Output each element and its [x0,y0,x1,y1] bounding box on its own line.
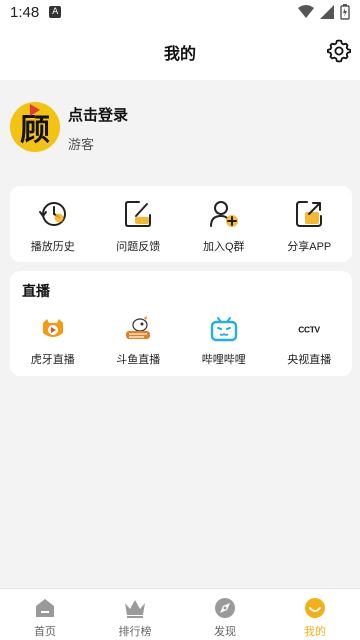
crown-icon [123,596,147,620]
signal-icon [320,5,334,19]
join-qq-group-button[interactable]: 加入Q群 [181,198,267,254]
nav-mine-label: 我的 [304,625,326,638]
login-link[interactable]: 点击登录 [68,104,128,125]
share-app-button[interactable]: 分享APP [267,198,353,254]
smile-icon [303,596,327,620]
nav-home[interactable]: 首页 [0,589,90,640]
nav-ranking-label: 排行榜 [118,625,152,638]
bottom-nav: 首页 排行榜 发现 我的 [0,588,360,640]
nav-home-label: 首页 [34,625,56,638]
page-title: 我的 [163,44,196,63]
huya-live-label: 虎牙直播 [30,354,75,366]
douyu-icon [124,315,152,343]
status-icons [298,4,350,20]
tools-card: 播放历史 问题反馈 加入Q群 分享APP [10,186,352,262]
play-history-button[interactable]: 播放历史 [10,198,96,254]
feedback-button[interactable]: 问题反馈 [96,198,182,254]
feedback-label: 问题反馈 [116,241,161,253]
avatar[interactable]: 顾 [10,102,60,152]
play-history-label: 播放历史 [30,241,75,253]
cctv-icon: CCTV [295,315,323,343]
history-icon [37,198,69,230]
status-time: 1:48 [10,3,40,21]
nav-discover[interactable]: 发现 [180,589,270,640]
feedback-icon [122,198,154,230]
nav-discover-label: 发现 [214,625,236,638]
bilibili-icon [210,315,238,343]
app-header: 我的 [0,24,360,80]
bilibili-button[interactable]: 哔哩哔哩 [181,315,267,367]
douyu-live-label: 斗鱼直播 [116,354,161,366]
douyu-live-button[interactable]: 斗鱼直播 [96,315,182,367]
huya-live-button[interactable]: 虎牙直播 [10,315,96,367]
add-user-icon [208,198,240,230]
live-card: 直播 虎牙直播 斗鱼直播 哔哩哔哩 CCTV 央视直播 [10,271,352,376]
huya-icon [39,315,67,343]
join-qq-group-label: 加入Q群 [202,241,245,253]
profile-section[interactable]: 顾 点击登录 游客 [0,80,360,176]
live-section-title: 直播 [22,284,50,300]
bilibili-label: 哔哩哔哩 [201,354,246,366]
nav-ranking[interactable]: 排行榜 [90,589,180,640]
share-icon [293,198,325,230]
home-icon [33,596,57,620]
cctv-live-label: 央视直播 [287,354,332,366]
wifi-icon [298,5,314,18]
play-icon [30,104,40,116]
cctv-logo-text: CCTV [299,325,321,335]
gear-icon [327,39,351,63]
battery-icon [340,4,350,20]
guest-label: 游客 [68,138,95,153]
notification-icon: A [49,6,62,18]
nav-mine[interactable]: 我的 [270,589,360,640]
discover-icon [213,596,237,620]
status-bar: 1:48 A [0,0,360,24]
share-app-label: 分享APP [287,241,332,253]
settings-button[interactable] [326,38,352,64]
cctv-live-button[interactable]: CCTV 央视直播 [267,315,353,367]
